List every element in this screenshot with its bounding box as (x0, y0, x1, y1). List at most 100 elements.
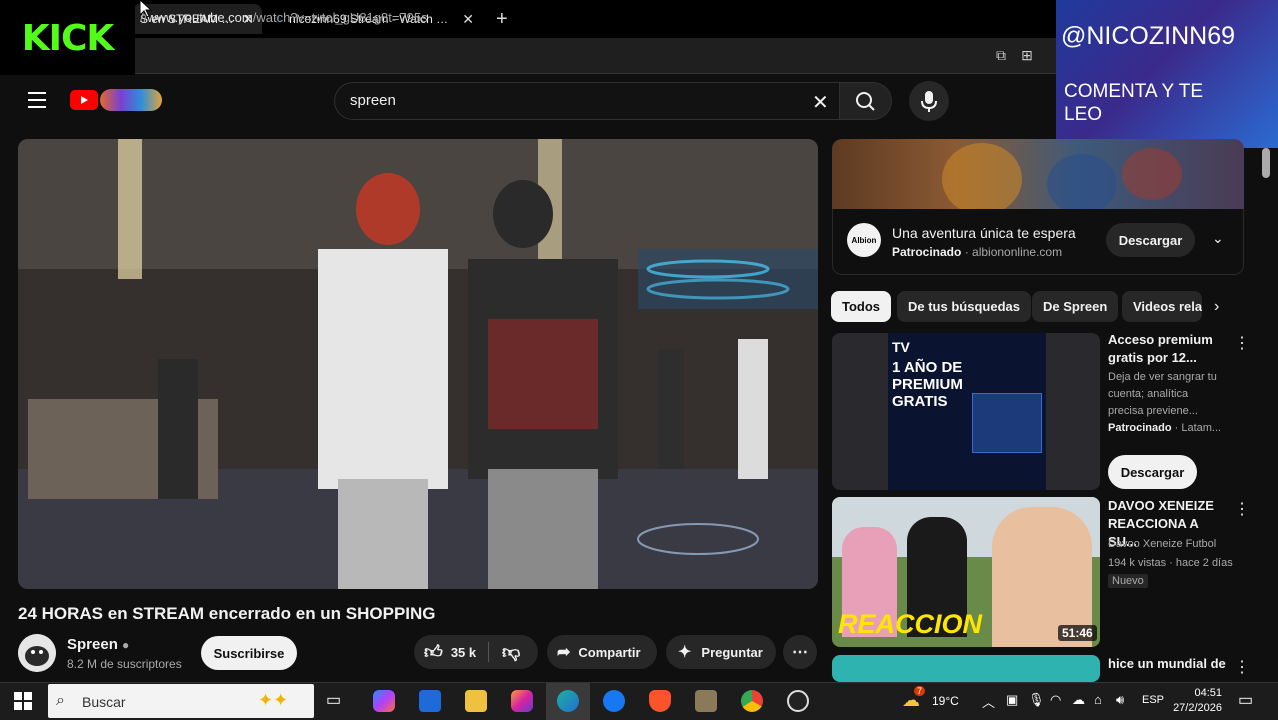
video-title: 24 HORAS en STREAM encerrado en un SHOPP… (18, 604, 436, 623)
rec-channel[interactable]: Davoo Xeneize Futbol (1108, 536, 1216, 553)
url-path: /watch?v=tvtol_gU81g8t=795s (252, 10, 428, 25)
stream-overlay: @NICOZINN69 COMENTA Y TE LEO (1056, 0, 1278, 148)
url-host: www.youtube.com (147, 10, 253, 25)
rec-download-button[interactable]: Descargar (1108, 455, 1197, 489)
advertiser-logo[interactable]: Albion (847, 223, 881, 257)
search-input[interactable] (334, 82, 840, 120)
ad-banner-image[interactable] (832, 139, 1244, 209)
extensions-icon[interactable]: ⊞ (1018, 46, 1036, 64)
like-icon[interactable]: 👍︎ (424, 641, 443, 663)
verified-icon: ● (122, 638, 130, 652)
share-label: Compartir (578, 644, 641, 660)
task-view-icon[interactable]: ▭ (326, 690, 348, 712)
kick-logo-overlay: KICK (0, 0, 135, 76)
thumb-headline: 1 AÑO DE PREMIUM GRATIS (892, 359, 963, 410)
outlook-icon[interactable] (419, 690, 441, 712)
overlay-message: COMENTA Y TE LEO (1064, 81, 1204, 125)
edge-icon[interactable] (557, 690, 579, 712)
ad-sponsor-line: Patrocinado · albiononline.com (892, 245, 1063, 259)
youtube-doodle-icon[interactable] (100, 89, 162, 111)
chip-todos[interactable]: Todos (831, 291, 892, 322)
microphone-tray-icon[interactable]: 🎙︎ (1028, 692, 1045, 708)
more-options-icon[interactable]: ⋮ (1234, 657, 1250, 677)
language-indicator[interactable]: ESP (1142, 694, 1164, 706)
ad-download-button[interactable]: Descargar (1106, 223, 1195, 257)
windows-start-icon[interactable] (14, 692, 32, 715)
mouse-cursor-icon (139, 0, 153, 23)
rec-meta: 194 k vistas · hace 2 días (1108, 557, 1233, 569)
obs-icon[interactable] (787, 690, 809, 712)
thumb-logo: TV (892, 339, 910, 355)
clock-date: 27/2/2026 (1173, 702, 1222, 714)
cloud-icon[interactable]: ☁ (1072, 692, 1085, 708)
thumbnail-davoo[interactable]: REACCION 51:46 (832, 497, 1100, 647)
tray-app-icon[interactable]: ▣ (1006, 692, 1018, 708)
facebook-icon[interactable] (603, 690, 625, 712)
rec-title[interactable]: Acceso premium gratis por 12... (1108, 331, 1226, 367)
channel-name[interactable]: Spreen ● (67, 636, 129, 653)
divider (488, 642, 489, 662)
more-actions-icon[interactable]: ⋯ (783, 635, 817, 669)
app-icon[interactable] (695, 690, 717, 712)
microphone-icon (921, 91, 937, 112)
clear-search-icon[interactable]: ✕ (812, 90, 829, 115)
chip-de-spreen[interactable]: De Spreen (1032, 291, 1119, 322)
taskbar-search-placeholder: Buscar (82, 694, 126, 710)
copilot-icon[interactable] (373, 690, 395, 712)
search-icon: ⌕ (56, 692, 65, 709)
channel-avatar[interactable] (18, 634, 56, 672)
video-frame (18, 139, 818, 589)
sponsored-label: Patrocinado (892, 245, 962, 259)
rec-sponsor-line: Patrocinado · Latam... (1108, 422, 1222, 434)
ask-label: Preguntar (701, 644, 763, 660)
like-count[interactable]: 35 k (451, 645, 476, 660)
search-value: spreen (350, 92, 396, 109)
url-field[interactable]: //www.youtube.com/watch?v=tvtol_gU81g8t=… (140, 10, 428, 25)
voice-search-button[interactable] (909, 81, 949, 121)
wifi-icon[interactable]: ◠ (1050, 692, 1061, 708)
search-icon (856, 92, 875, 111)
more-options-icon[interactable]: ⋮ (1234, 333, 1250, 353)
dislike-icon[interactable]: 👎︎ (502, 641, 520, 663)
new-badge: Nuevo (1108, 574, 1148, 588)
thumb-text: REACCION (838, 609, 983, 639)
ask-button[interactable]: ✦ Preguntar (666, 635, 776, 669)
search-highlight-icon: ✦✦ (258, 690, 289, 710)
more-options-icon[interactable]: ⋮ (1234, 499, 1250, 519)
ad-title[interactable]: Una aventura única te espera (892, 225, 1076, 241)
like-dislike-group: 👍︎ 35 k 👎︎ (414, 635, 538, 669)
notifications-icon[interactable]: ▭ (1238, 690, 1253, 710)
weather-temp[interactable]: 19°C (932, 694, 959, 708)
close-tab-icon[interactable]: ✕ (462, 11, 474, 28)
chevron-down-icon[interactable]: ⌄ (1212, 230, 1224, 247)
share-button[interactable]: ➦ Compartir (547, 635, 657, 669)
chrome-icon[interactable] (741, 690, 763, 712)
thumbnail-mundial[interactable] (832, 655, 1100, 682)
video-player[interactable] (18, 139, 818, 589)
new-tab-icon[interactable]: + (496, 8, 508, 31)
scrollbar-thumb[interactable] (1262, 148, 1270, 178)
share-icon: ➦ (557, 644, 571, 661)
chip-videos-relacionados[interactable]: Videos rela (1122, 291, 1202, 322)
clock-time: 04:51 (1194, 687, 1222, 699)
clock[interactable]: 04:51 27/2/2026 (1172, 686, 1222, 716)
rec-title[interactable]: hice un mundial de (1108, 655, 1226, 673)
subscribe-button[interactable]: Suscribirse (201, 636, 297, 670)
menu-icon[interactable] (28, 92, 46, 108)
network-icon[interactable]: ⌂ (1094, 692, 1102, 707)
ad-domain: albiononline.com (972, 245, 1063, 259)
subscriber-count: 8.2 M de suscriptores (67, 657, 182, 671)
chip-de-tus-busquedas[interactable]: De tus búsquedas (897, 291, 1031, 322)
youtube-logo-icon[interactable] (70, 90, 98, 110)
translate-icon[interactable]: ⧉ (992, 46, 1010, 64)
duration-badge: 51:46 (1058, 625, 1097, 641)
weather-badge: 7 (914, 686, 926, 696)
brave-icon[interactable] (649, 690, 671, 712)
instagram-icon[interactable] (511, 690, 533, 712)
tray-chevron-up-icon[interactable]: ︿ (982, 692, 995, 711)
search-button[interactable] (840, 82, 892, 120)
thumbnail-sponsored[interactable]: TV 1 AÑO DE PREMIUM GRATIS (832, 333, 1100, 490)
volume-icon[interactable]: 🔊︎ (1116, 692, 1124, 708)
chevron-right-icon[interactable]: › (1214, 298, 1219, 316)
file-explorer-icon[interactable] (465, 690, 487, 712)
